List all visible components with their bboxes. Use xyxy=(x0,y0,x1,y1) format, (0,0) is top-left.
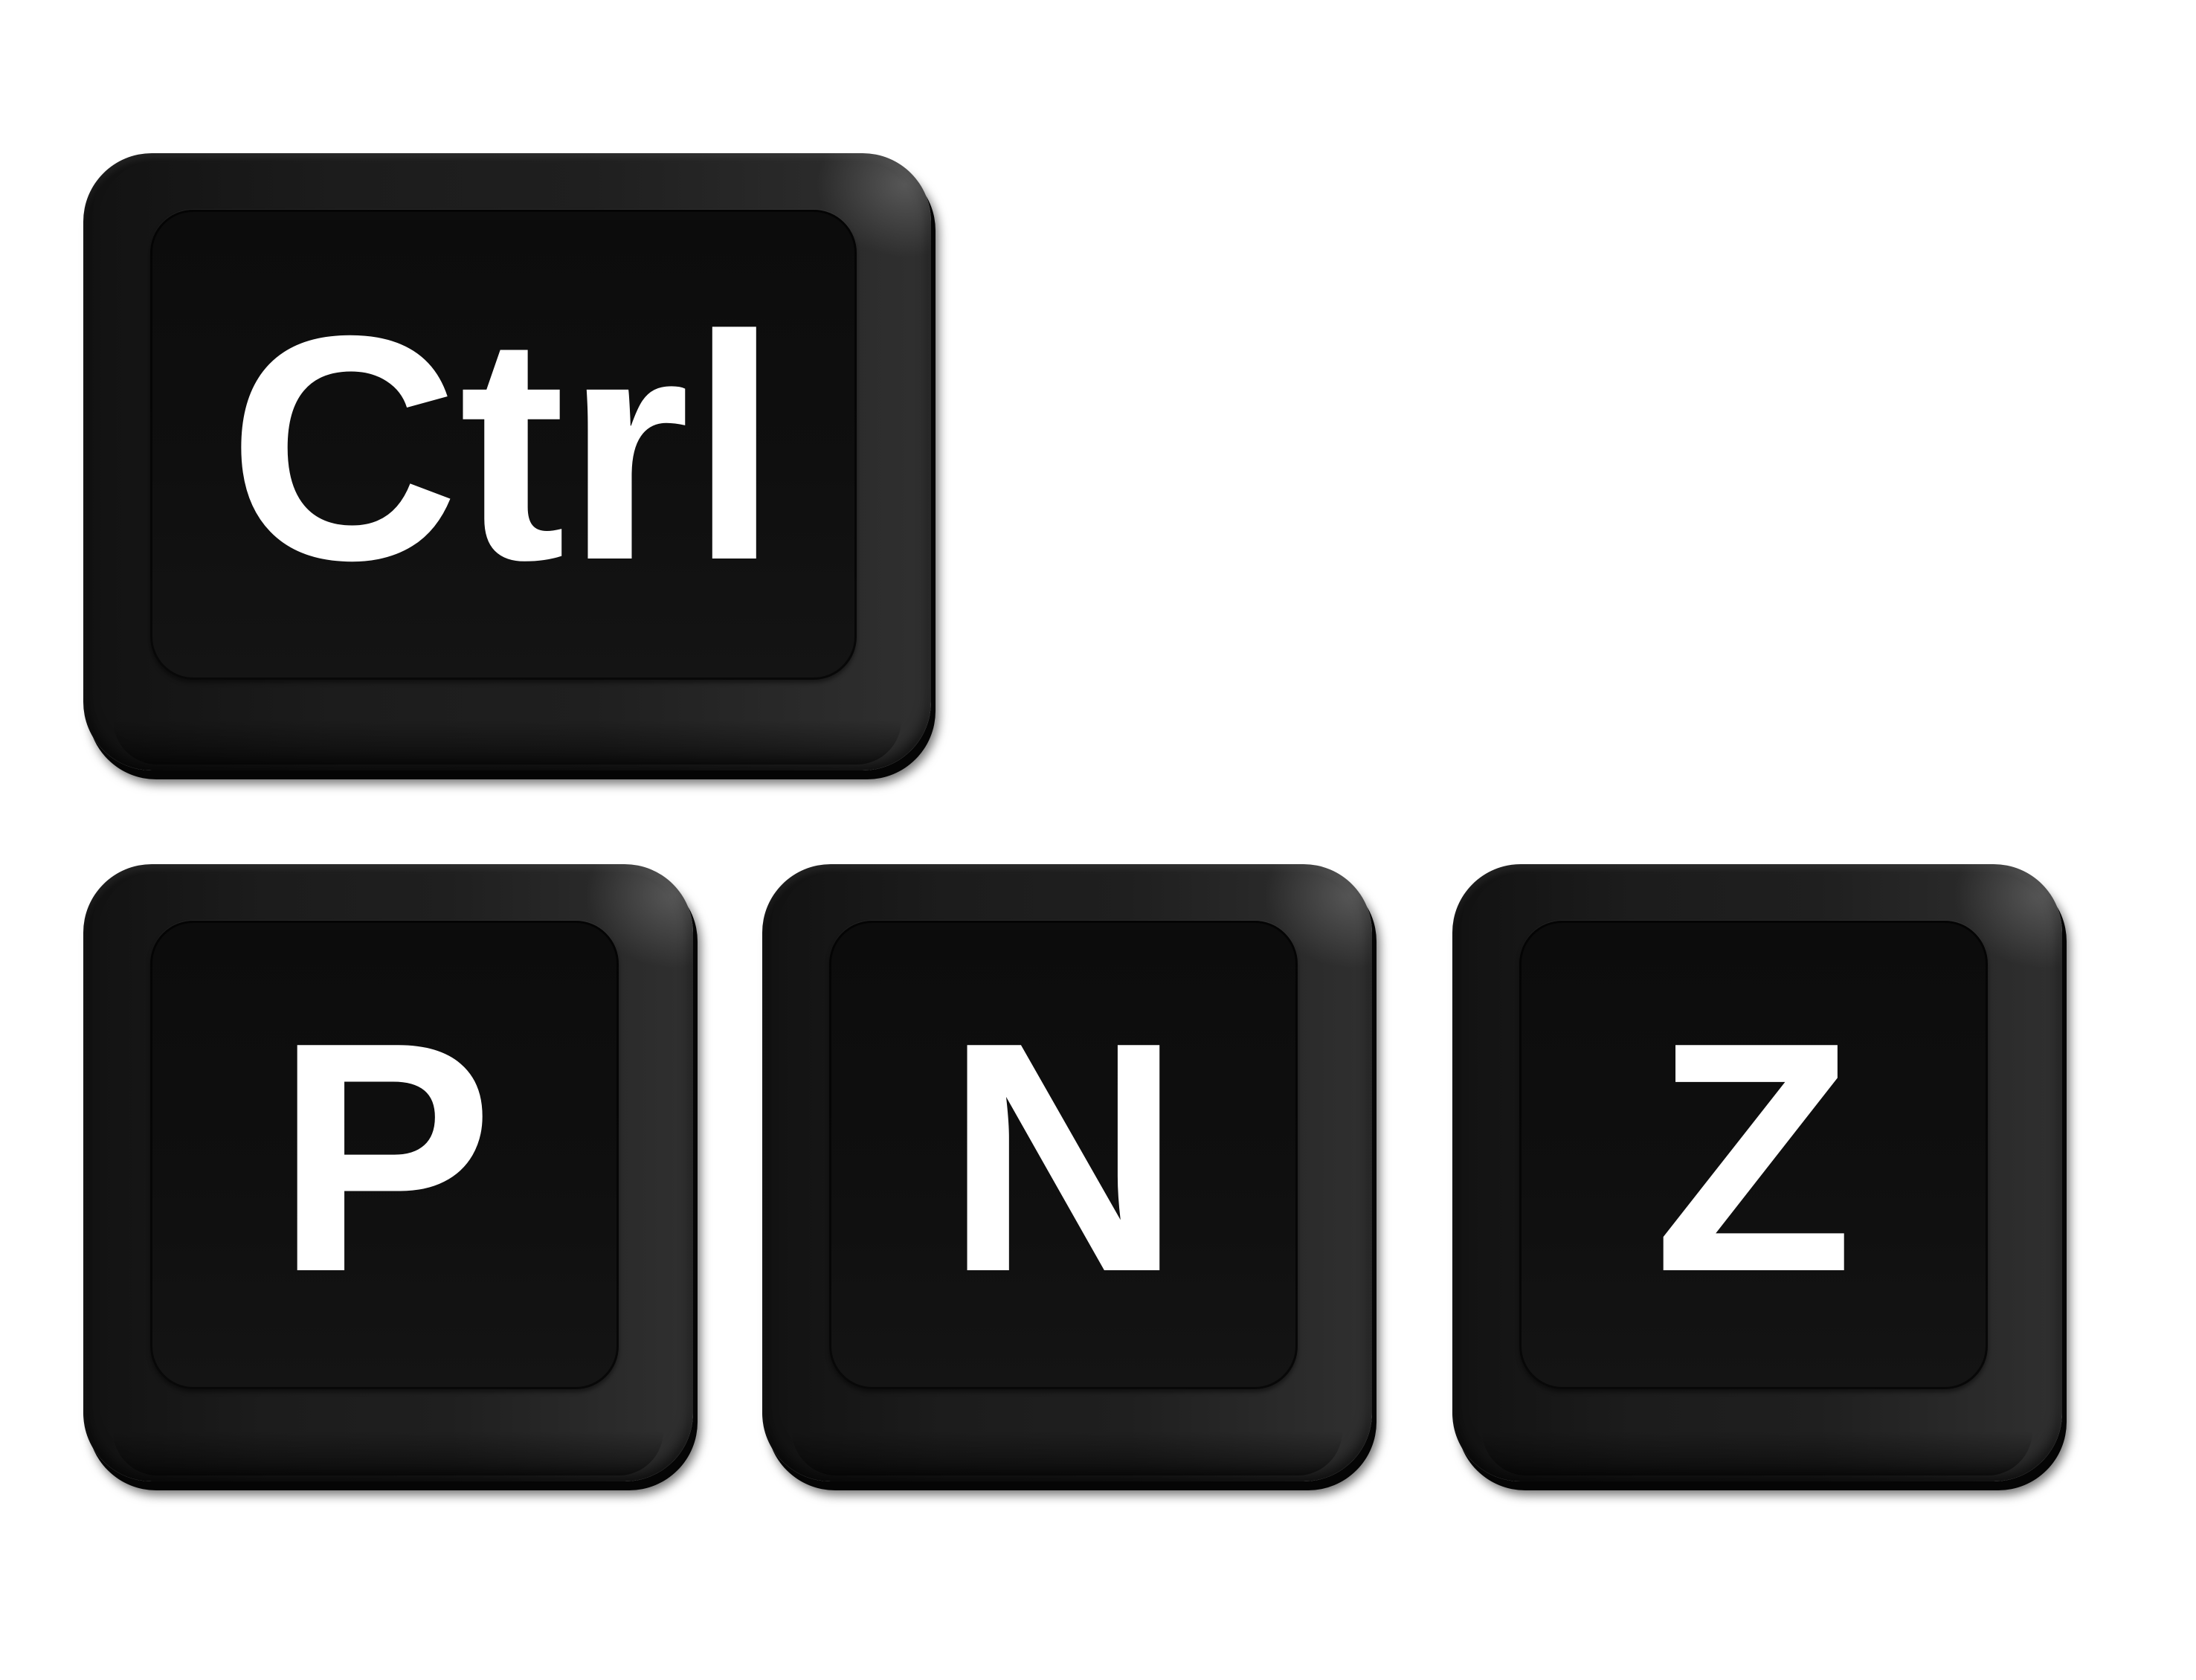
ctrl-key-face: Ctrl xyxy=(150,210,857,680)
p-key-face: P xyxy=(150,921,619,1389)
z-key-face: Z xyxy=(1519,921,1988,1389)
p-key-label: P xyxy=(275,975,494,1340)
z-key-label: Z xyxy=(1653,975,1854,1340)
z-key: Z xyxy=(1452,864,2062,1481)
n-key-face: N xyxy=(829,921,1298,1389)
n-key-label: N xyxy=(945,975,1182,1340)
ctrl-key-label: Ctrl xyxy=(228,270,779,627)
n-key: N xyxy=(762,864,1372,1481)
ctrl-key: Ctrl xyxy=(83,153,931,770)
p-key: P xyxy=(83,864,693,1481)
